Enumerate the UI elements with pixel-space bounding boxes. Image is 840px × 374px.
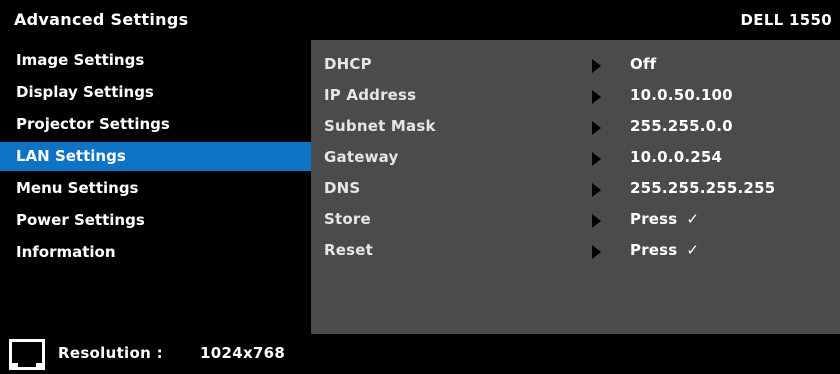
status-bar: Resolution : 1024x768: [0, 334, 840, 374]
menu-item-power-settings[interactable]: Power Settings: [0, 206, 311, 235]
resolution-screen-icon: [9, 339, 45, 370]
check-icon: ✓: [686, 241, 700, 259]
setting-label: DNS: [324, 179, 361, 197]
setting-label: Store: [324, 210, 371, 228]
arrow-right-icon: [592, 90, 601, 104]
check-icon: ✓: [686, 210, 700, 228]
menu-item-image-settings[interactable]: Image Settings: [0, 46, 311, 75]
arrow-right-icon: [592, 59, 601, 73]
menu-item-information[interactable]: Information: [0, 238, 311, 267]
lan-settings-panel: DHCP Off IP Address 10.0.50.100 Subnet M…: [311, 40, 840, 334]
arrow-right-icon: [592, 121, 601, 135]
setting-row-store[interactable]: Store Press ✓: [311, 204, 840, 235]
projector-model: DELL 1550: [740, 11, 832, 29]
menu-item-lan-settings[interactable]: LAN Settings: [0, 142, 311, 171]
setting-label: Gateway: [324, 148, 399, 166]
setting-value: Press ✓: [630, 241, 700, 259]
setting-value: 10.0.50.100: [630, 86, 733, 104]
setting-value: Off: [630, 55, 657, 73]
menu-item-menu-settings[interactable]: Menu Settings: [0, 174, 311, 203]
title-bar: Advanced Settings DELL 1550: [0, 0, 840, 40]
menu-item-display-settings[interactable]: Display Settings: [0, 78, 311, 107]
resolution-value: 1024x768: [200, 344, 286, 362]
setting-value: 10.0.0.254: [630, 148, 723, 166]
resolution-label: Resolution :: [58, 344, 163, 362]
projector-osd: Advanced Settings DELL 1550 Image Settin…: [0, 0, 840, 374]
setting-row-gateway[interactable]: Gateway 10.0.0.254: [311, 142, 840, 173]
setting-row-dhcp[interactable]: DHCP Off: [311, 49, 840, 80]
arrow-right-icon: [592, 183, 601, 197]
setting-row-subnet-mask[interactable]: Subnet Mask 255.255.0.0: [311, 111, 840, 142]
setting-row-ip-address[interactable]: IP Address 10.0.50.100: [311, 80, 840, 111]
setting-value: 255.255.0.0: [630, 117, 733, 135]
setting-label: IP Address: [324, 86, 417, 104]
settings-menu: Image Settings Display Settings Projecto…: [0, 40, 311, 334]
setting-row-reset[interactable]: Reset Press ✓: [311, 235, 840, 266]
setting-value: 255.255.255.255: [630, 179, 776, 197]
arrow-right-icon: [592, 245, 601, 259]
arrow-right-icon: [592, 214, 601, 228]
setting-label: DHCP: [324, 55, 372, 73]
setting-label: Reset: [324, 241, 373, 259]
setting-label: Subnet Mask: [324, 117, 436, 135]
menu-title: Advanced Settings: [14, 10, 189, 29]
menu-item-projector-settings[interactable]: Projector Settings: [0, 110, 311, 139]
arrow-right-icon: [592, 152, 601, 166]
setting-row-dns[interactable]: DNS 255.255.255.255: [311, 173, 840, 204]
setting-value: Press ✓: [630, 210, 700, 228]
